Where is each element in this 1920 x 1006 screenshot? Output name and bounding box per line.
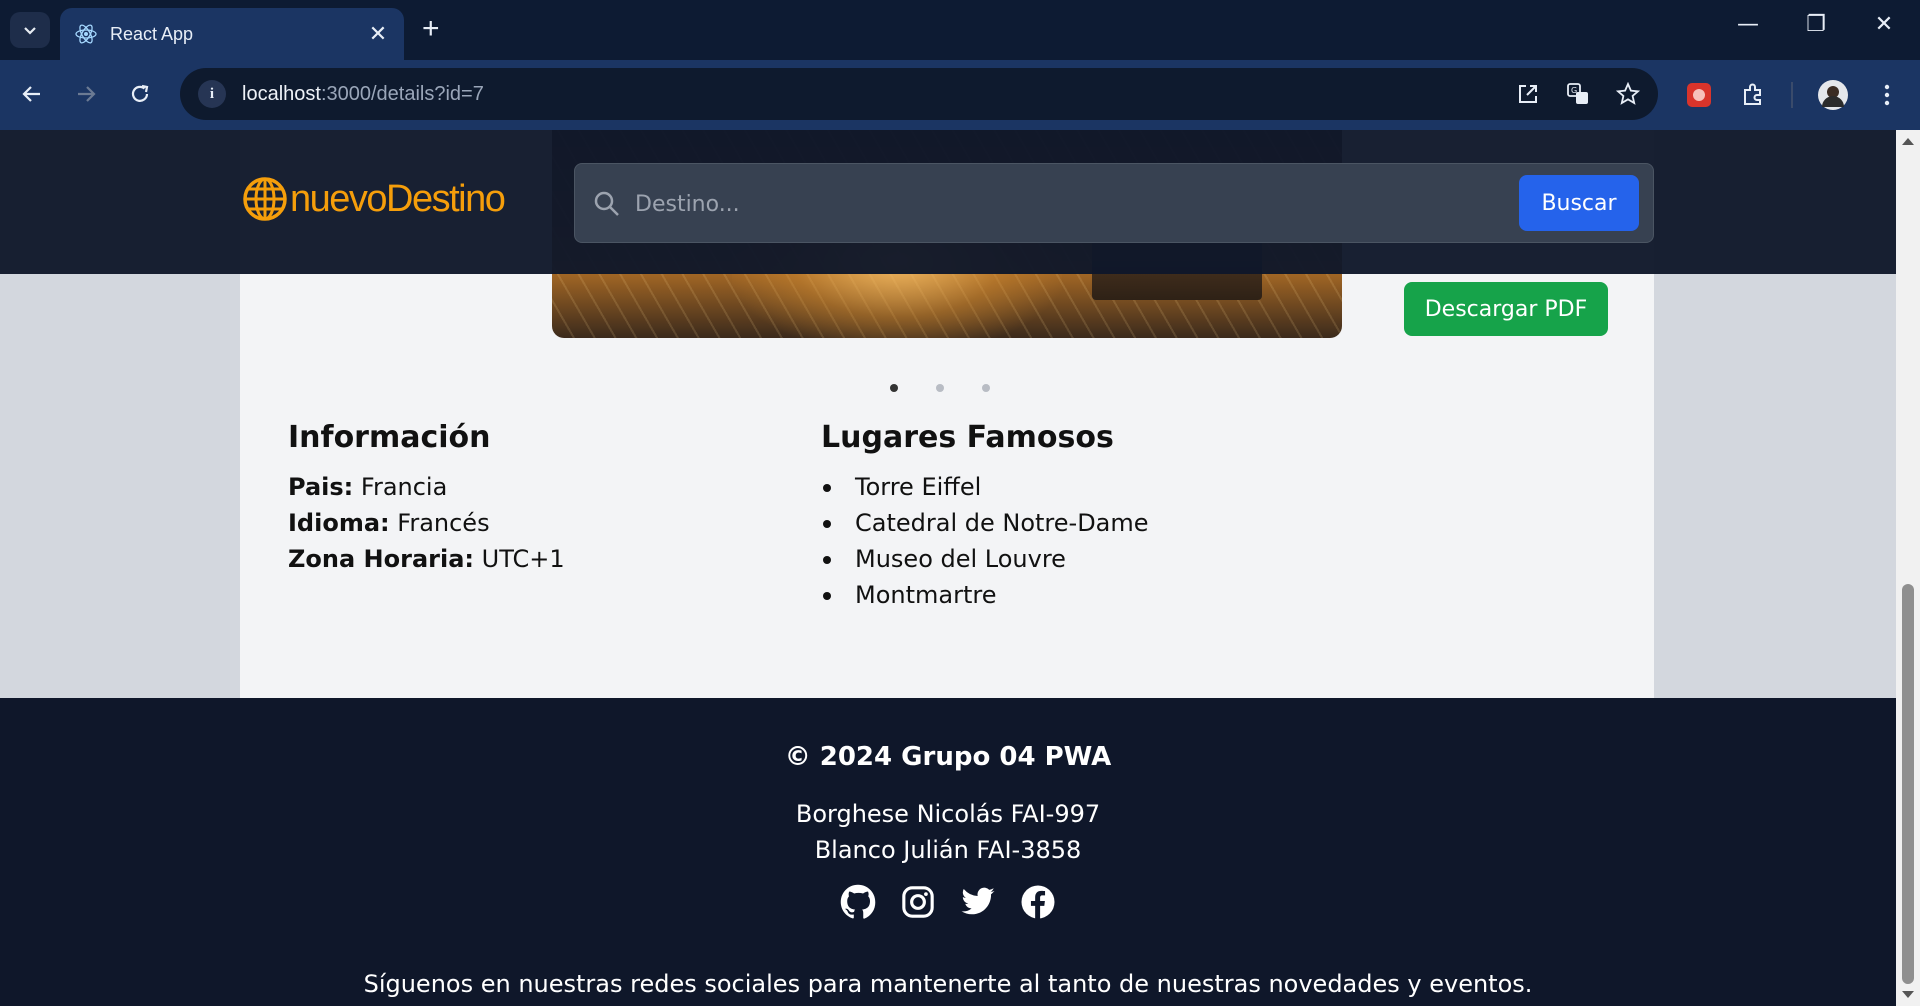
info-title: Información xyxy=(288,420,491,455)
app-header: nuevoDestino Buscar xyxy=(0,130,1896,274)
info-row-timezone: Zona Horaria: UTC+1 xyxy=(288,545,565,573)
search-icon xyxy=(594,191,619,216)
twitter-icon[interactable] xyxy=(960,884,996,920)
profile-avatar[interactable] xyxy=(1816,78,1850,112)
svg-text:G: G xyxy=(1571,86,1577,95)
open-in-app-icon[interactable] xyxy=(1514,80,1542,108)
search-bar: Buscar xyxy=(574,163,1654,243)
browser-tab-strip: React App ✕ + — ❐ ✕ xyxy=(0,0,1920,60)
chevron-down-icon xyxy=(24,27,36,35)
scroll-up-arrow[interactable] xyxy=(1902,138,1914,145)
browser-toolbar: i localhost :3000/details?id=7 G xyxy=(0,60,1920,130)
extension-red-icon[interactable] xyxy=(1682,78,1716,112)
info-section: Información Pais: Francia Idioma: Francé… xyxy=(288,420,565,577)
new-tab-button[interactable]: + xyxy=(422,14,440,44)
places-section: Lugares Famosos Torre Eiffel Catedral de… xyxy=(821,420,1149,613)
url-host: localhost xyxy=(242,82,321,105)
back-icon[interactable] xyxy=(14,76,50,112)
places-list: Torre Eiffel Catedral de Notre-Dame Muse… xyxy=(821,469,1149,613)
footer-copyright: © 2024 Grupo 04 PWA xyxy=(784,742,1112,772)
minimize-icon[interactable]: — xyxy=(1728,12,1768,37)
carousel-dot-1[interactable] xyxy=(890,384,898,392)
site-info-icon[interactable]: i xyxy=(198,80,226,108)
close-window-icon[interactable]: ✕ xyxy=(1864,12,1904,37)
browser-menu-icon[interactable] xyxy=(1870,78,1904,112)
destination-search-input[interactable] xyxy=(635,184,1495,224)
scroll-thumb[interactable] xyxy=(1902,584,1914,984)
info-row-language: Idioma: Francés xyxy=(288,509,490,537)
tab-close-icon[interactable]: ✕ xyxy=(366,22,390,47)
github-icon[interactable] xyxy=(840,884,876,920)
list-item: Montmartre xyxy=(821,577,1149,613)
tab-title: React App xyxy=(110,23,194,44)
list-item: Catedral de Notre-Dame xyxy=(821,505,1149,541)
carousel-dot-2[interactable] xyxy=(936,384,944,392)
page-viewport: Información Pais: Francia Idioma: Francé… xyxy=(0,130,1896,1006)
social-links xyxy=(0,884,1896,920)
browser-tab-active[interactable]: React App ✕ xyxy=(60,8,404,60)
search-button[interactable]: Buscar xyxy=(1519,175,1639,231)
footer-tagline: Síguenos en nuestras redes sociales para… xyxy=(363,970,1533,998)
info-row-country: Pais: Francia xyxy=(288,473,448,501)
reload-icon[interactable] xyxy=(122,76,158,112)
logo[interactable]: nuevoDestino xyxy=(242,176,506,222)
translate-icon[interactable]: G xyxy=(1564,80,1592,108)
url-path: :3000/details?id=7 xyxy=(320,82,484,105)
restore-icon[interactable]: ❐ xyxy=(1796,12,1836,37)
places-title: Lugares Famosos xyxy=(821,420,1114,455)
footer-member: Borghese Nicolás FAI-997 xyxy=(795,800,1101,828)
forward-icon[interactable] xyxy=(68,76,104,112)
carousel-dots xyxy=(890,384,990,392)
bookmark-star-icon[interactable] xyxy=(1614,80,1642,108)
logo-text: nuevoDestino xyxy=(290,177,506,220)
react-logo-icon xyxy=(75,24,97,44)
instagram-icon[interactable] xyxy=(900,884,936,920)
facebook-icon[interactable] xyxy=(1020,884,1056,920)
footer: © 2024 Grupo 04 PWA Borghese Nicolás FAI… xyxy=(0,698,1896,1006)
globe-icon xyxy=(243,177,287,221)
download-pdf-button[interactable]: Descargar PDF xyxy=(1404,282,1608,336)
carousel-dot-3[interactable] xyxy=(982,384,990,392)
footer-member: Blanco Julián FAI-3858 xyxy=(814,836,1082,864)
toolbar-divider xyxy=(1791,82,1793,108)
list-item: Torre Eiffel xyxy=(821,469,1149,505)
scroll-down-arrow[interactable] xyxy=(1902,991,1914,998)
list-item: Museo del Louvre xyxy=(821,541,1149,577)
tab-search-button[interactable] xyxy=(10,12,50,48)
extensions-puzzle-icon[interactable] xyxy=(1736,78,1770,112)
page-scrollbar[interactable] xyxy=(1896,130,1920,1006)
address-bar[interactable]: i localhost :3000/details?id=7 G xyxy=(180,68,1658,120)
